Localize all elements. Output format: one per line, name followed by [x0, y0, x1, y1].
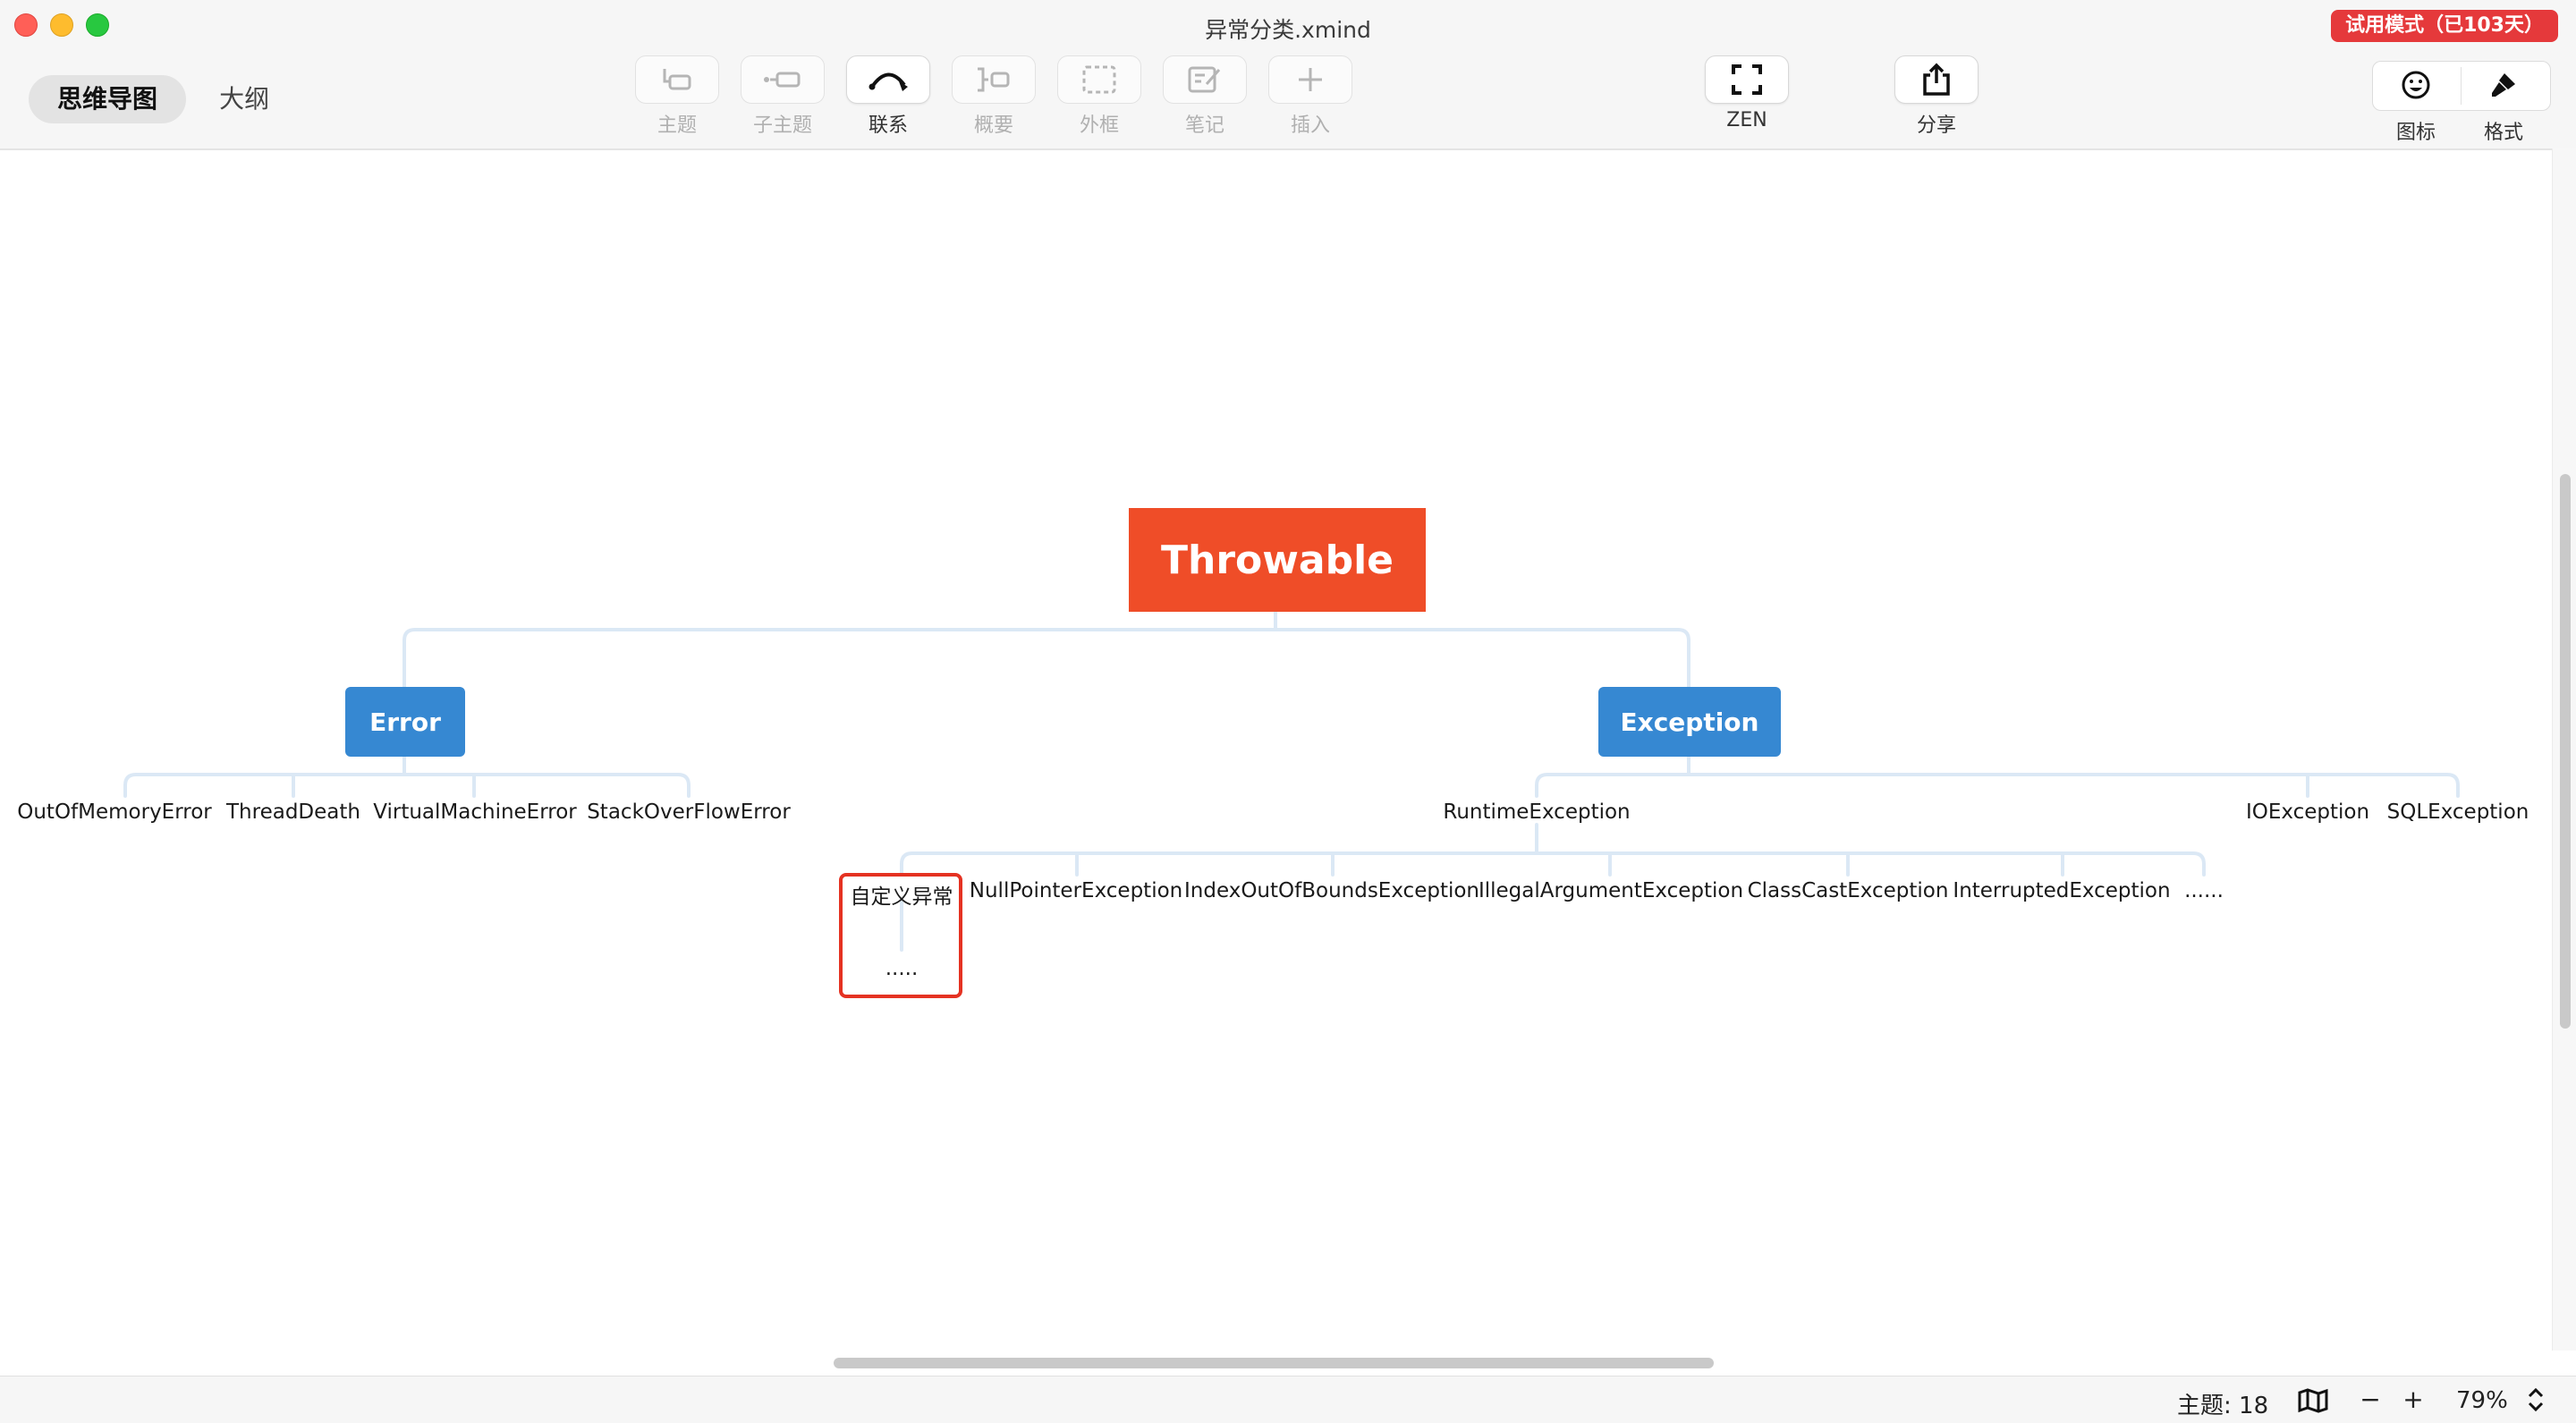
- subtopic-button[interactable]: [741, 55, 825, 104]
- summary-label: 概要: [973, 114, 1013, 137]
- subtopic-label: 子主题: [752, 114, 812, 137]
- share-button[interactable]: [1894, 55, 1979, 104]
- fullscreen-icon: [1732, 64, 1762, 95]
- horizontal-scrollbar-thumb[interactable]: [834, 1358, 1714, 1368]
- subtopic-nullpointerexception[interactable]: NullPointerException: [970, 879, 1182, 902]
- summary-icon: [978, 67, 1010, 92]
- subtopic-illegalargumentexception[interactable]: IllegalArgumentException: [1479, 879, 1743, 902]
- view-switch: 思维导图 大纲: [29, 75, 298, 123]
- topic-exception[interactable]: Exception: [1598, 687, 1781, 757]
- relationship-button[interactable]: [846, 55, 930, 104]
- topic-error[interactable]: Error: [345, 687, 465, 757]
- connector-error-children: [123, 773, 691, 798]
- smiley-icon: [2402, 71, 2430, 99]
- plus-icon: [1299, 68, 1322, 91]
- relationship-icon: [869, 72, 908, 91]
- note-icon: [1188, 66, 1221, 93]
- subtopic-virtualmachineerror[interactable]: VirtualMachineError: [373, 800, 577, 824]
- subtopic-stackoverflowerror[interactable]: StackOverFlowError: [587, 800, 791, 824]
- map-icon[interactable]: [2297, 1388, 2329, 1413]
- subtopic-ioexception[interactable]: IOException: [2246, 800, 2369, 824]
- connector-root-exception: [1274, 628, 1690, 689]
- summary-button[interactable]: [952, 55, 1036, 104]
- icons-label: 图标: [2395, 122, 2436, 144]
- subtopic-more[interactable]: ......: [2184, 879, 2224, 902]
- format-panel-button[interactable]: [2460, 61, 2547, 109]
- zen-button[interactable]: [1705, 55, 1789, 104]
- subtopic-outofmemoryerror[interactable]: OutOfMemoryError: [17, 800, 212, 824]
- boundary-label: 外框: [1079, 114, 1119, 137]
- subtopic-icon: [764, 72, 801, 88]
- share-tool[interactable]: 分享: [1894, 55, 1979, 138]
- topic-tool[interactable]: 主题: [635, 55, 719, 138]
- insert-button[interactable]: [1268, 55, 1352, 104]
- topic-button[interactable]: [635, 55, 719, 104]
- format-label: 格式: [2483, 122, 2523, 144]
- tab-mindmap[interactable]: 思维导图: [29, 75, 187, 123]
- share-icon: [1923, 63, 1950, 96]
- connector-exception-children: [1535, 773, 2460, 798]
- topic-label: 主题: [657, 114, 697, 137]
- zoom-out-button[interactable]: −: [2358, 1387, 2383, 1412]
- subtopic-sqlexception[interactable]: SQLException: [2387, 800, 2529, 824]
- mindmap-canvas[interactable]: Throwable Error Exception OutOfMemoryErr…: [0, 148, 2576, 1351]
- share-label: 分享: [1916, 114, 1956, 137]
- note-button[interactable]: [1163, 55, 1247, 104]
- root-topic-throwable[interactable]: Throwable: [1129, 508, 1426, 612]
- topic-count: 主题: 18: [2177, 1393, 2269, 1419]
- topic-icon: [663, 69, 691, 90]
- note-tool[interactable]: 笔记: [1163, 55, 1247, 138]
- paintbrush-icon: [2492, 73, 2515, 97]
- icons-panel-button[interactable]: [2372, 61, 2460, 109]
- boundary-button[interactable]: [1057, 55, 1141, 104]
- subtopic-runtimeexception[interactable]: RuntimeException: [1443, 800, 1630, 824]
- window-title: 异常分类.xmind: [1205, 17, 1371, 43]
- relationship-label: 联系: [868, 114, 908, 137]
- zen-label: ZEN: [1726, 109, 1767, 131]
- insert-label: 插入: [1290, 114, 1330, 137]
- subtopic-interruptedexception[interactable]: InterruptedException: [1953, 879, 2170, 902]
- zoom-level[interactable]: 79%: [2456, 1387, 2508, 1414]
- boundary-icon: [1082, 65, 1116, 94]
- icons-panel-tool[interactable]: 图标: [2372, 61, 2460, 145]
- connector-root-error: [402, 628, 1277, 689]
- summary-tool[interactable]: 概要: [952, 55, 1036, 138]
- connector-runtime-children: [900, 851, 2206, 877]
- trial-mode-badge[interactable]: 试用模式（已103天）: [2331, 10, 2558, 42]
- zen-tool[interactable]: ZEN: [1705, 55, 1789, 131]
- toolbar: 异常分类.xmind 试用模式（已103天） 思维导图 大纲 主题 子主题 联系…: [0, 0, 2576, 150]
- subtopic-threaddeath[interactable]: ThreadDeath: [226, 800, 360, 824]
- zoom-in-button[interactable]: +: [2401, 1387, 2426, 1412]
- note-label: 笔记: [1184, 114, 1224, 137]
- boundary-tool[interactable]: 外框: [1057, 55, 1141, 138]
- subtopic-classcastexception[interactable]: ClassCastException: [1748, 879, 1949, 902]
- subtopic-tool[interactable]: 子主题: [741, 55, 825, 138]
- chevron-updown-icon[interactable]: [2526, 1385, 2546, 1414]
- relationship-tool[interactable]: 联系: [846, 55, 930, 138]
- format-panel-tool[interactable]: 格式: [2460, 61, 2547, 145]
- insert-tool[interactable]: 插入: [1268, 55, 1352, 138]
- tab-outline[interactable]: 大纲: [191, 75, 298, 123]
- vertical-scrollbar-thumb[interactable]: [2560, 474, 2571, 1029]
- subtopic-indexoutofboundsexception[interactable]: IndexOutOfBoundsException: [1184, 879, 1479, 902]
- highlight-box: [839, 873, 962, 998]
- status-bar: 主题: 18 − + 79%: [0, 1376, 2576, 1423]
